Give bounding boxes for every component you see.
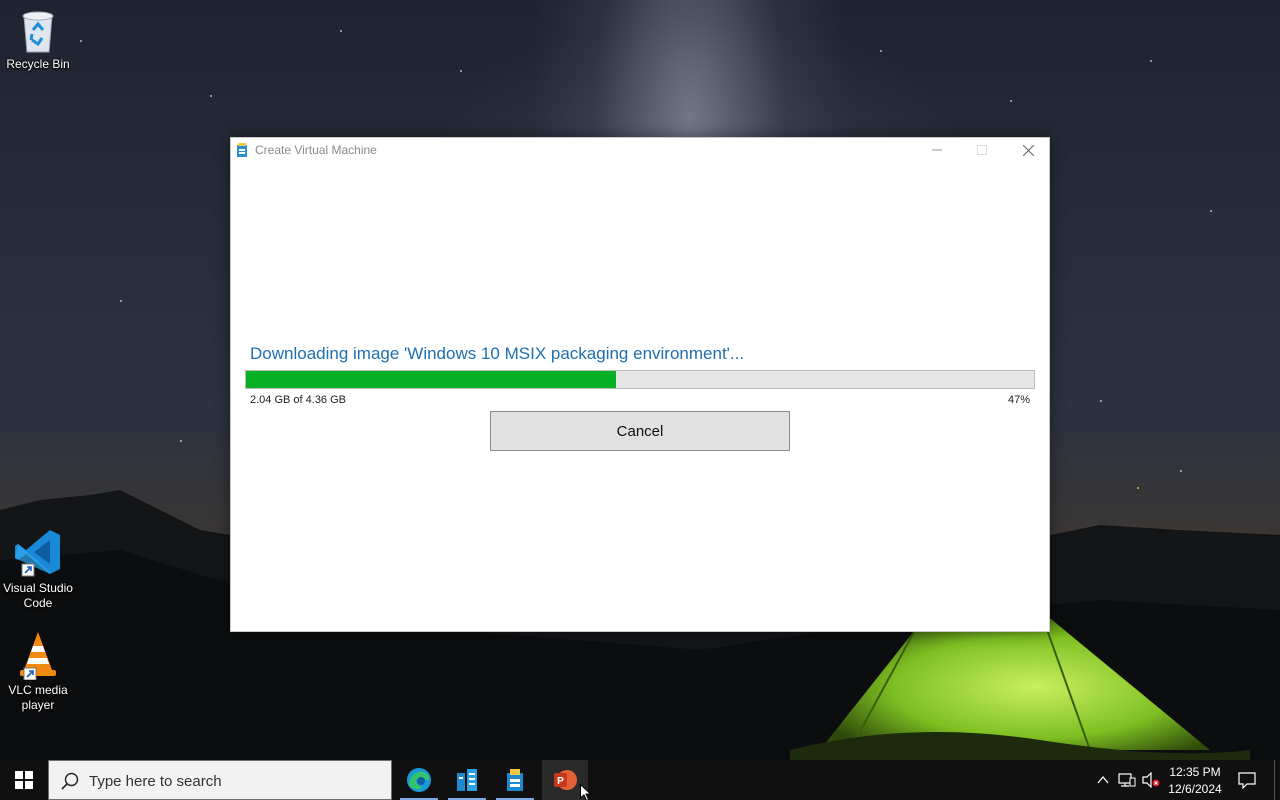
powerpoint-icon: P <box>554 770 577 790</box>
star <box>340 30 342 32</box>
star <box>1150 60 1152 62</box>
desktop-icon-recycle-bin[interactable]: Recycle Bin <box>0 8 76 72</box>
star <box>1180 470 1182 472</box>
taskbar-app-hyperv-manager[interactable] <box>444 760 490 800</box>
star <box>120 300 122 302</box>
taskbar: Type here to search P 12:35 PM 12/6/2024 <box>0 760 1280 800</box>
show-hidden-icons-button[interactable] <box>1094 760 1112 800</box>
star <box>80 40 82 42</box>
hyperv-quick-create-icon <box>237 143 247 157</box>
maximize-button[interactable] <box>959 138 1005 162</box>
maximize-icon <box>977 145 987 155</box>
desktop-icon-label: VLC media player <box>8 683 68 712</box>
recycle-bin-icon <box>22 11 54 53</box>
clock-date: 12/6/2024 <box>1168 782 1222 796</box>
action-center-button[interactable] <box>1234 760 1260 800</box>
star <box>880 50 882 52</box>
hyperv-quick-create-icon <box>507 769 523 791</box>
start-button[interactable] <box>0 760 48 800</box>
desktop-icon-vscode[interactable]: Visual Studio Code <box>0 526 76 611</box>
minimize-button[interactable] <box>914 138 960 162</box>
desktop-icon-label: Recycle Bin <box>6 57 70 71</box>
network-icon <box>1118 773 1136 787</box>
vscode-icon <box>15 530 60 577</box>
star <box>460 70 462 72</box>
taskbar-app-hyperv-quick-create[interactable] <box>492 760 538 800</box>
minimize-icon <box>932 149 942 151</box>
hyperv-manager-icon <box>457 769 477 791</box>
star <box>1100 400 1102 402</box>
search-icon <box>61 772 79 790</box>
svg-text:P: P <box>557 776 564 787</box>
vlc-icon <box>20 632 56 680</box>
close-icon <box>1022 144 1034 156</box>
network-status-button[interactable] <box>1116 760 1138 800</box>
create-vm-window: Create Virtual Machine Downloading image… <box>230 137 1050 632</box>
window-title: Create Virtual Machine <box>255 143 377 157</box>
download-progress-bar <box>245 370 1035 389</box>
mouse-cursor-icon <box>580 784 592 800</box>
chevron-up-icon <box>1097 776 1109 784</box>
notification-icon <box>1238 771 1256 789</box>
taskbar-search-box[interactable]: Type here to search <box>48 760 392 800</box>
search-placeholder: Type here to search <box>89 773 222 790</box>
download-progress-fill <box>246 371 617 388</box>
star <box>180 440 182 442</box>
edge-icon <box>407 768 431 792</box>
show-desktop-button[interactable] <box>1274 760 1275 800</box>
star <box>210 95 212 97</box>
close-button[interactable] <box>1005 138 1051 162</box>
windows-logo-icon <box>15 771 33 789</box>
downloaded-size-text: 2.04 GB of 4.36 GB <box>250 394 347 406</box>
volume-button[interactable] <box>1140 760 1162 800</box>
download-percent-text: 47% <box>1007 394 1030 406</box>
star <box>1010 100 1012 102</box>
desktop-icon-label: Visual Studio Code <box>3 581 73 610</box>
window-titlebar[interactable]: Create Virtual Machine <box>231 138 1049 162</box>
desktop-icon-vlc[interactable]: VLC media player <box>0 630 76 713</box>
clock-time: 12:35 PM <box>1169 765 1221 779</box>
cancel-button[interactable]: Cancel <box>490 411 790 451</box>
star <box>1210 210 1212 212</box>
download-status-message: Downloading image 'Windows 10 MSIX packa… <box>250 344 745 363</box>
taskbar-clock[interactable]: 12:35 PM 12/6/2024 <box>1160 764 1230 798</box>
volume-muted-icon <box>1142 772 1160 788</box>
taskbar-app-edge[interactable] <box>396 760 442 800</box>
